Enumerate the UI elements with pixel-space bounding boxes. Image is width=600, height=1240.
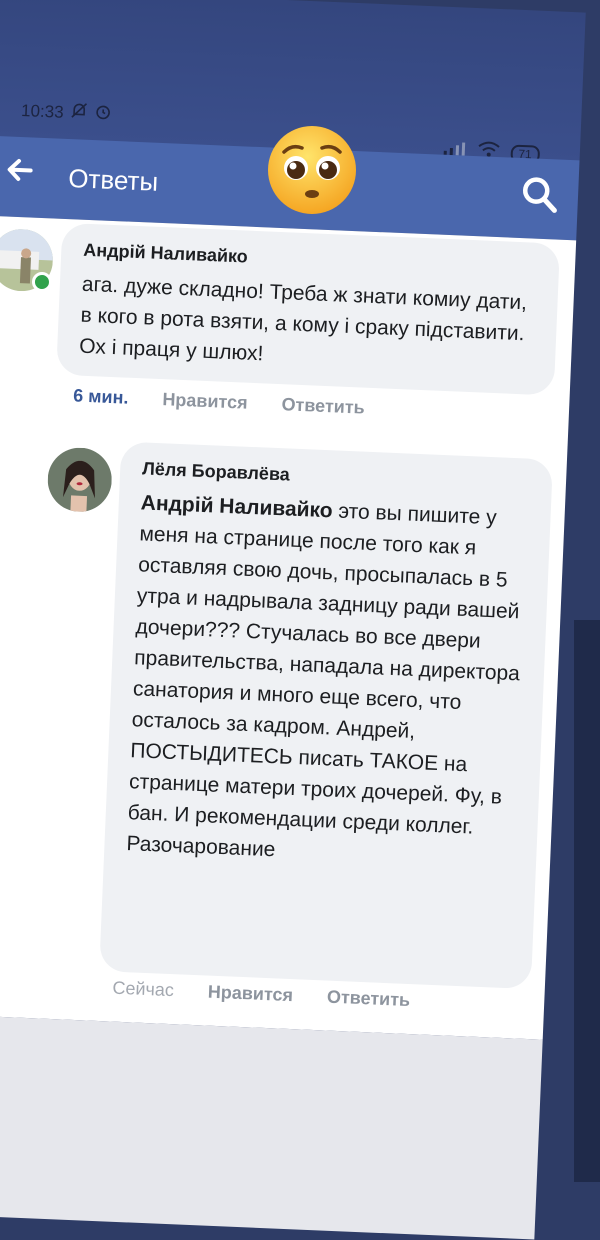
background-edge: [574, 620, 600, 1182]
search-icon[interactable]: [519, 174, 565, 220]
online-status-dot: [31, 271, 53, 293]
pleading-face-emoji: [262, 118, 362, 218]
empty-area: [0, 1014, 543, 1240]
reply-button[interactable]: Ответить: [327, 987, 411, 1011]
comment-time[interactable]: Сейчас: [112, 978, 174, 1002]
comment-text: ага. дуже складно! Треба ж знати комиу д…: [78, 272, 528, 366]
alarm-icon: [93, 102, 112, 126]
comment-text: Андрій Наливайко это вы пишите у меня на…: [126, 487, 531, 875]
comment-actions: 6 мин. Нравится Ответить: [73, 385, 365, 418]
app-title: Ответы: [67, 163, 159, 197]
back-arrow-icon[interactable]: [4, 154, 36, 193]
comment-actions: Сейчас Нравится Ответить: [112, 978, 410, 1011]
comment-time[interactable]: 6 мин.: [73, 385, 129, 408]
bell-off-icon: [69, 101, 88, 125]
status-time-row: 10:33: [21, 99, 112, 126]
comment-bubble[interactable]: Лёля Боравлёва Андрій Наливайко это вы п…: [99, 441, 553, 990]
like-button[interactable]: Нравится: [207, 982, 293, 1007]
comments-thread: Андрій Наливайко ага. дуже складно! Треб…: [0, 215, 577, 1040]
avatar[interactable]: [46, 446, 114, 514]
comment-body: это вы пишите у меня на странице после т…: [126, 499, 521, 862]
comment-bubble[interactable]: Андрій Наливайко ага. дуже складно! Треб…: [56, 222, 561, 396]
mention-link[interactable]: Андрій Наливайко: [140, 491, 333, 522]
like-button[interactable]: Нравится: [162, 389, 248, 414]
status-time: 10:33: [20, 100, 65, 122]
reply-button[interactable]: Ответить: [281, 394, 365, 418]
